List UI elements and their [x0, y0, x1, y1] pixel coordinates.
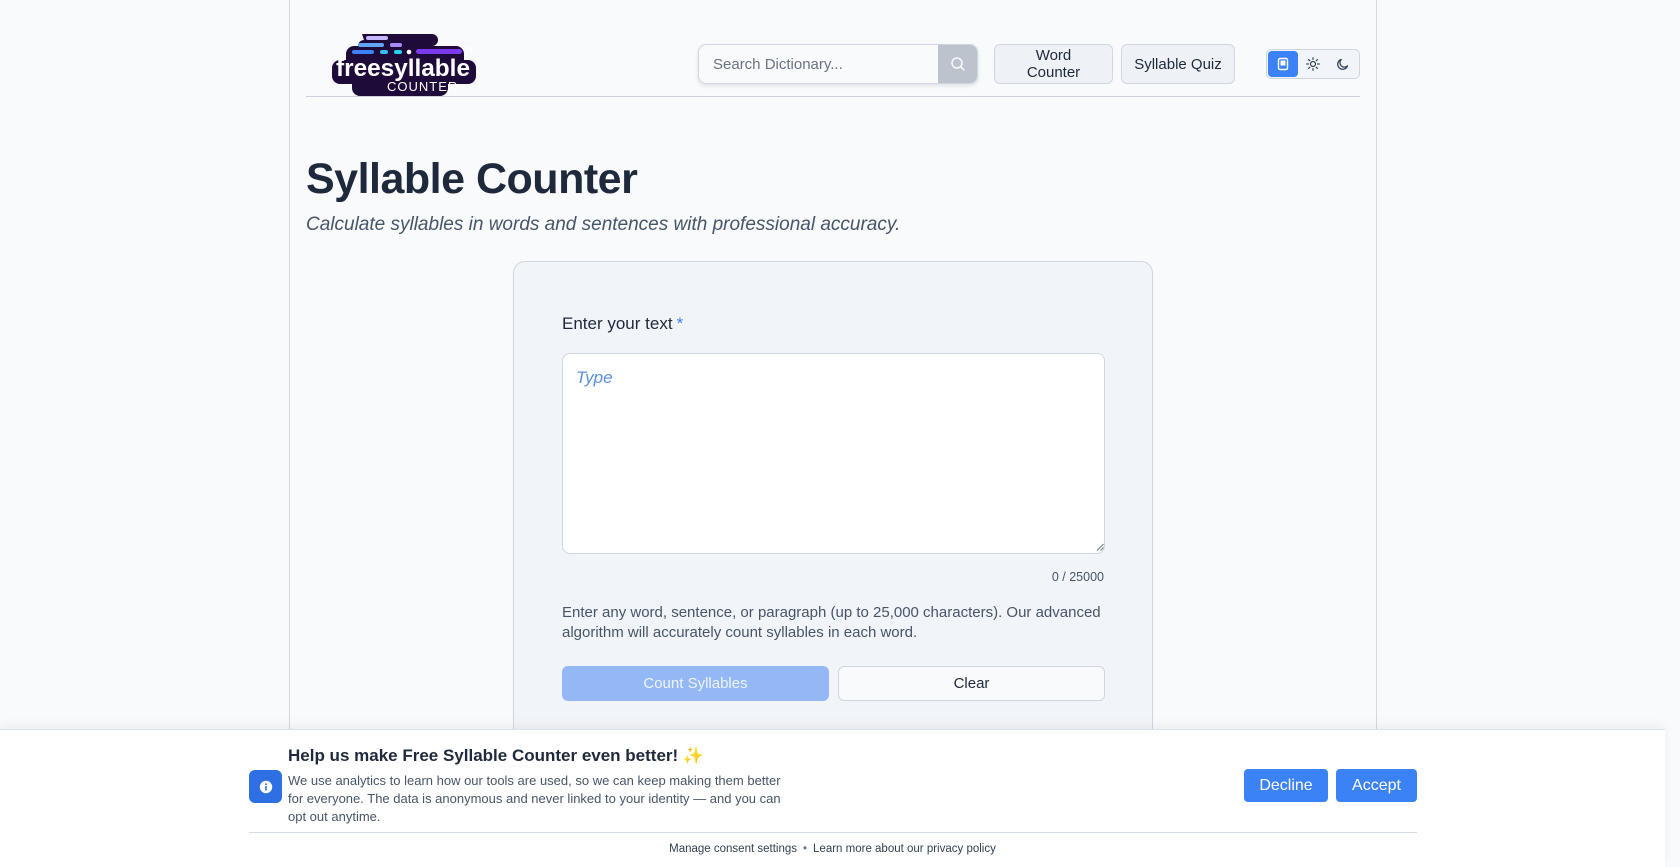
theme-light-button[interactable] [1298, 51, 1328, 77]
text-field-label-text: Enter your text [562, 314, 673, 333]
svg-text:freesyllable: freesyllable [336, 55, 470, 82]
moon-icon [1337, 58, 1349, 70]
sun-icon [1306, 57, 1320, 71]
search-button[interactable] [938, 45, 977, 83]
page-title: Syllable Counter [306, 155, 638, 203]
resize-handle-icon[interactable] [1096, 543, 1104, 551]
site-header: R freesyllable COUNTER Word Counter Syll… [306, 0, 1360, 97]
link-separator: • [803, 843, 808, 855]
svg-text:COUNTER: COUNTER [387, 79, 458, 94]
theme-system-button[interactable] [1268, 51, 1298, 77]
text-field-label: Enter your text * [562, 314, 683, 334]
consent-links: Manage consent settings • Learn more about… [0, 843, 1665, 855]
required-mark: * [676, 314, 684, 333]
consent-title: Help us make Free Syllable Counter even … [288, 746, 705, 765]
clear-button[interactable]: Clear [838, 666, 1105, 701]
consent-divider [249, 832, 1417, 833]
site-logo[interactable]: R freesyllable COUNTER [332, 32, 478, 96]
accept-button[interactable]: Accept [1336, 769, 1417, 802]
search-input[interactable] [699, 45, 938, 83]
info-icon [249, 770, 282, 803]
theme-dark-button[interactable] [1328, 51, 1358, 77]
privacy-policy-link[interactable]: Learn more about our privacy policy [813, 843, 996, 855]
count-syllables-button[interactable]: Count Syllables [562, 666, 829, 701]
consent-banner: Help us make Free Syllable Counter even … [0, 729, 1665, 867]
search-icon [950, 57, 965, 71]
syllable-quiz-button[interactable]: Syllable Quiz [1121, 44, 1235, 84]
consent-body: We use analytics to learn how our tools … [288, 773, 781, 824]
svg-text:R: R [466, 45, 473, 55]
help-text: Enter any word, sentence, or paragraph (… [562, 604, 1101, 641]
theme-switcher [1266, 49, 1360, 79]
page-subtitle: Calculate syllables in words and sentenc… [306, 214, 901, 235]
text-input[interactable] [562, 353, 1105, 554]
character-count: 0 / 25000 [1051, 570, 1104, 584]
dictionary-search [698, 44, 978, 84]
word-counter-button[interactable]: Word Counter [994, 44, 1113, 84]
logo-graphic: R freesyllable COUNTER [332, 34, 476, 96]
decline-button[interactable]: Decline [1244, 769, 1328, 802]
manage-consent-link[interactable]: Manage consent settings [669, 843, 797, 855]
system-icon [1277, 57, 1289, 71]
